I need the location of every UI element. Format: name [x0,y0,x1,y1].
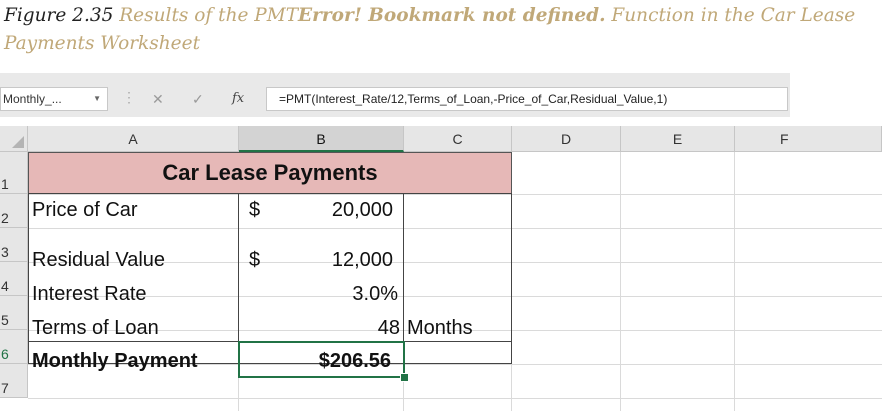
label-terms-of-loan[interactable]: Terms of Loan [32,312,159,346]
label-residual-value[interactable]: Residual Value [32,244,165,278]
function-icon[interactable]: fx [232,87,244,111]
unit-terms-of-loan[interactable]: Months [407,312,473,346]
column-header-d[interactable]: D [512,126,621,152]
row-header-4[interactable]: 4 [0,262,28,296]
formula-input[interactable]: =PMT(Interest_Rate/12,Terms_of_Loan,-Pri… [266,87,788,111]
label-monthly-payment[interactable]: Monthly Payment [32,345,198,379]
value-price-of-car[interactable]: 20,000 [239,194,393,228]
column-header-b[interactable]: B [239,126,404,152]
name-box[interactable]: Monthly_... ▼ [0,87,108,111]
column-header-f[interactable]: F [735,126,882,152]
figure-label: Figure 2.35 [4,5,114,26]
row-header-2[interactable]: 2 [0,194,28,228]
row-header-6[interactable]: 6 [0,330,28,364]
row-header-1[interactable]: 1 [0,152,28,194]
row-header-5[interactable]: 5 [0,296,28,330]
active-cell-border [238,341,405,378]
formula-bar-grip-icon: ⋮ [122,89,136,105]
select-all-triangle-icon [12,136,24,148]
select-all-button[interactable] [0,126,28,152]
chevron-down-icon[interactable]: ▼ [93,88,101,110]
caption-text-before: Results of the PMT [113,5,299,26]
fill-handle[interactable] [400,373,409,382]
formula-bar: Monthly_... ▼ ⋮ ✕ ✓ fx =PMT(Interest_Rat… [0,73,790,117]
label-interest-rate[interactable]: Interest Rate [32,278,147,312]
figure-caption: Figure 2.35 Results of the PMTError! Boo… [4,2,880,58]
column-header-a[interactable]: A [28,126,239,152]
column-header-e[interactable]: E [621,126,735,152]
value-residual-value[interactable]: 12,000 [239,244,393,278]
column-header-c[interactable]: C [404,126,512,152]
name-box-value: Monthly_... [3,92,62,106]
value-interest-rate[interactable]: 3.0% [239,278,398,312]
cancel-icon[interactable]: ✕ [152,87,164,111]
caption-error-text: Error! Bookmark not defined. [298,5,606,26]
table-title[interactable]: Car Lease Payments [28,152,512,194]
row-header-7[interactable]: 7 [0,364,28,398]
check-icon[interactable]: ✓ [192,87,204,111]
label-price-of-car[interactable]: Price of Car [32,194,138,228]
row-header-3[interactable]: 3 [0,228,28,262]
